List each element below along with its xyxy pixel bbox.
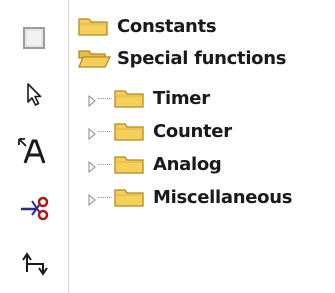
tree-item-analog[interactable]: Analog [113,148,222,180]
expand-toggle-analog[interactable] [87,158,97,174]
text-a-icon [18,138,46,164]
program-window: Constants Special functions Timer Counte… [0,0,335,293]
tree-item-label: Analog [153,153,222,175]
text-tool-button[interactable] [14,130,54,170]
cut-connection-tool-button[interactable] [14,188,54,228]
folder-icon [114,189,144,207]
scissors-icon [21,196,49,221]
expand-arrow-icon [88,160,96,174]
tree-item-special-functions[interactable]: Special functions [77,42,286,74]
expand-toggle-miscellaneous[interactable] [87,191,97,207]
connect-tool-button[interactable] [14,243,54,283]
expand-toggle-timer[interactable] [87,92,97,108]
tree-item-label: Special functions [117,47,287,69]
folder-icon [114,156,144,174]
folder-open-icon [78,50,111,68]
pointer-tool-button[interactable] [14,75,54,115]
folder-icon [78,18,108,36]
tree-connector [98,98,112,99]
tree-item-label: Constants [117,15,217,37]
tree-connector [98,131,112,132]
folder-icon [114,90,144,108]
tool-strip [0,0,70,293]
selection-box-tool-button[interactable] [14,18,54,58]
arrow-pointer-icon [27,83,42,106]
tree-item-miscellaneous[interactable]: Miscellaneous [113,181,292,213]
tree-connector [98,197,112,198]
tree-item-timer[interactable]: Timer [113,82,210,114]
expand-arrow-icon [88,193,96,207]
tree-item-label: Timer [153,87,210,109]
tree-connector [98,164,112,165]
function-tree: Constants Special functions Timer Counte… [75,0,335,293]
expand-toggle-counter[interactable] [87,125,97,141]
tree-item-label: Counter [153,120,232,142]
square-outline-icon [23,27,45,49]
connector-arrows-icon [22,252,48,276]
expand-arrow-icon [88,127,96,141]
tree-item-counter[interactable]: Counter [113,115,232,147]
expand-arrow-icon [88,94,96,108]
toolbar-divider [68,0,69,293]
tree-item-constants[interactable]: Constants [77,10,217,42]
folder-icon [114,123,144,141]
tree-item-label: Miscellaneous [153,186,293,208]
